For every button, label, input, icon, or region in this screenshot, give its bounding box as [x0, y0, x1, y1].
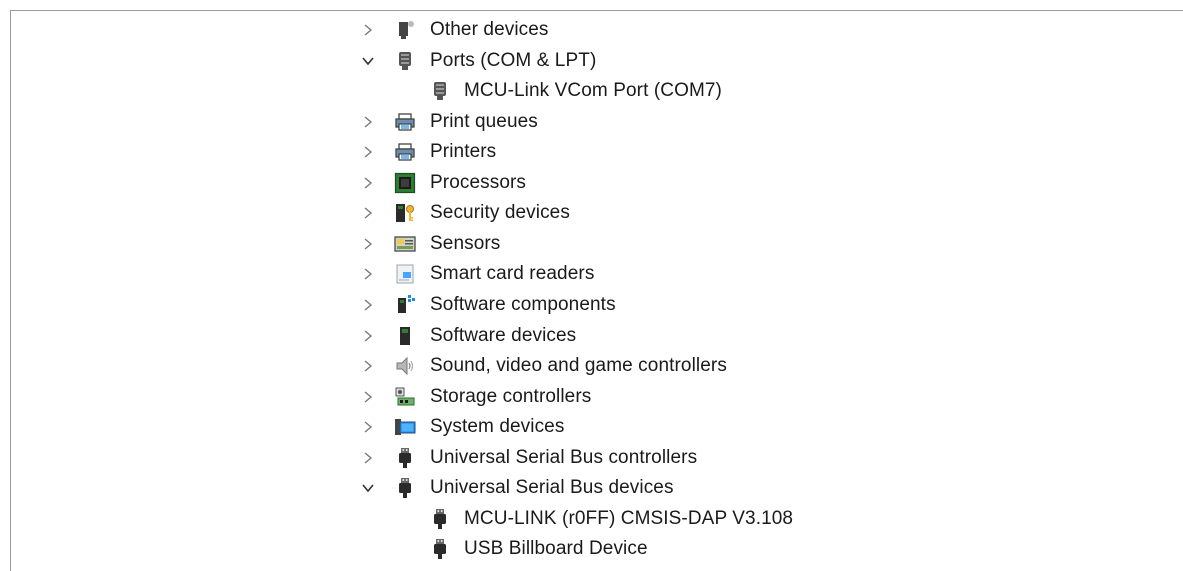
usb-plug-icon	[394, 477, 416, 499]
tree-item-sensors[interactable]: Sensors	[11, 229, 1171, 259]
software-device-icon	[394, 325, 416, 347]
tree-item-label: Processors	[430, 172, 527, 193]
tree-item-label: Software devices	[430, 325, 577, 346]
tree-item-storage-controllers[interactable]: Storage controllers	[11, 382, 1171, 412]
chevron-right-icon[interactable]	[360, 205, 376, 221]
other-devices-icon	[394, 19, 416, 41]
tree-item-label: Universal Serial Bus controllers	[430, 447, 698, 468]
tree-item-mcu-link-vcom-port-com7[interactable]: MCU-Link VCom Port (COM7)	[11, 76, 1171, 106]
tree-item-label: Ports (COM & LPT)	[430, 50, 597, 71]
chevron-right-icon[interactable]	[360, 144, 376, 160]
tree-item-ports-com-lpt[interactable]: Ports (COM & LPT)	[11, 46, 1171, 76]
tree-item-processors[interactable]: Processors	[11, 168, 1171, 198]
chevron-down-icon[interactable]	[360, 53, 376, 69]
usb-plug-icon	[429, 538, 451, 560]
tree-item-label: MCU-LINK (r0FF) CMSIS-DAP V3.108	[464, 508, 794, 529]
chevron-right-icon[interactable]	[360, 236, 376, 252]
usb-plug-icon	[394, 447, 416, 469]
tree-item-mcu-link-r0ff-cmsis-dap-v3-108[interactable]: MCU-LINK (r0FF) CMSIS-DAP V3.108	[11, 504, 1171, 534]
tree-item-label: Storage controllers	[430, 386, 592, 407]
chevron-right-icon[interactable]	[360, 266, 376, 282]
chevron-right-icon[interactable]	[360, 358, 376, 374]
tree-item-label: USB Billboard Device	[464, 538, 648, 559]
tree-item-label: MCU-Link VCom Port (COM7)	[464, 80, 722, 101]
speaker-icon	[394, 355, 416, 377]
chevron-right-icon[interactable]	[360, 297, 376, 313]
tree-item-label: Sound, video and game controllers	[430, 355, 727, 376]
chevron-right-icon[interactable]	[360, 389, 376, 405]
tree-item-label: Printers	[430, 141, 497, 162]
tree-item-label: Print queues	[430, 111, 538, 132]
tree-item-label: Security devices	[430, 202, 570, 223]
printer-icon	[394, 141, 416, 163]
chevron-right-icon[interactable]	[360, 450, 376, 466]
tree-item-label: Universal Serial Bus devices	[430, 477, 674, 498]
tree-item-software-devices[interactable]: Software devices	[11, 321, 1171, 351]
tree-item-print-queues[interactable]: Print queues	[11, 107, 1171, 137]
chevron-right-icon[interactable]	[360, 175, 376, 191]
system-monitor-icon	[394, 416, 416, 438]
device-manager-tree-pane[interactable]: Other devices Ports (COM & LPT) MCU-Link V…	[10, 10, 1183, 571]
processor-icon	[394, 172, 416, 194]
tree-item-label: Sensors	[430, 233, 501, 254]
tree-item-usb-billboard-device[interactable]: USB Billboard Device	[11, 534, 1171, 564]
chevron-right-icon[interactable]	[360, 419, 376, 435]
tree-item-sound-video-and-game-controllers[interactable]: Sound, video and game controllers	[11, 351, 1171, 381]
chevron-down-icon[interactable]	[360, 480, 376, 496]
tree-item-label: System devices	[430, 416, 565, 437]
tree-item-label: Other devices	[430, 19, 549, 40]
device-tree: Other devices Ports (COM & LPT) MCU-Link V…	[11, 11, 1183, 571]
tree-item-printers[interactable]: Printers	[11, 137, 1171, 167]
tree-item-software-components[interactable]: Software components	[11, 290, 1171, 320]
chevron-right-icon[interactable]	[360, 328, 376, 344]
chevron-right-icon[interactable]	[360, 114, 376, 130]
security-key-icon	[394, 202, 416, 224]
sensor-icon	[394, 233, 416, 255]
printer-icon	[394, 111, 416, 133]
tree-item-universal-serial-bus-controllers[interactable]: Universal Serial Bus controllers	[11, 443, 1171, 473]
smart-card-icon	[394, 263, 416, 285]
software-component-icon	[394, 294, 416, 316]
tree-item-other-devices[interactable]: Other devices	[11, 15, 1171, 45]
storage-controller-icon	[394, 386, 416, 408]
port-icon	[394, 50, 416, 72]
tree-item-universal-serial-bus-devices[interactable]: Universal Serial Bus devices	[11, 473, 1171, 503]
port-icon	[429, 80, 451, 102]
chevron-right-icon[interactable]	[360, 22, 376, 38]
tree-item-smart-card-readers[interactable]: Smart card readers	[11, 259, 1171, 289]
tree-item-label: Software components	[430, 294, 616, 315]
tree-item-system-devices[interactable]: System devices	[11, 412, 1171, 442]
tree-item-label: Smart card readers	[430, 263, 595, 284]
tree-item-security-devices[interactable]: Security devices	[11, 198, 1171, 228]
usb-plug-icon	[429, 508, 451, 530]
